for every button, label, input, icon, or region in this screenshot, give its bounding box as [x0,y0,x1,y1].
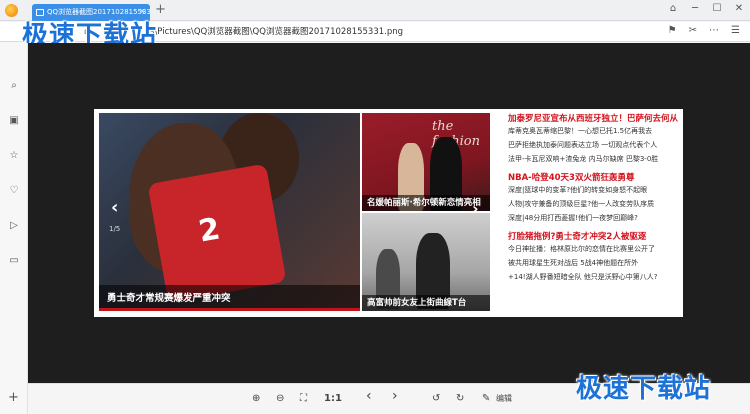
star-icon[interactable]: ☆ [8,150,20,162]
news-line: 库蒂克奥瓦蒂缩巴黎！一心想已托1.5亿再我去 [508,127,653,135]
news-line: 被共用球星生死对战后 5战4神他题在所外 [508,259,639,267]
top-caption: 名媛帕丽斯·希尔顿新恋情亮相 [367,198,481,208]
news-column: 加泰罗尼亚宣布从西班牙独立！巴萨何去何从 库蒂克奥瓦蒂缩巴黎！一心想已托1.5亿… [508,111,680,313]
flag-icon[interactable]: ⚑ [668,25,677,36]
bottom-caption: 高富帅前女友上街曲線T台 [367,298,467,308]
news-headline: 加泰罗尼亚宣布从西班牙独立！巴萨何去何从 [508,114,679,124]
slide-prev-arrow-icon: ‹ [111,197,119,218]
rotate-left-icon[interactable]: ↺ [432,392,440,406]
address-tools: ⚑ ✂ ⋯ ☰ [668,25,740,36]
slide-counter: 1/5 [109,225,121,233]
news-block: 打脸猪拖例?勇士奇才冲突2人被驱逐 今日神扯播：格林原比尔的恋情在比赛里公开了 … [508,230,680,284]
close-icon[interactable]: ✕ [734,3,744,14]
search-icon[interactable]: ⌕ [8,80,20,92]
news-line: +14!湖人野番短暗全队 他只是沃野心中第八人? [508,273,658,281]
news-line: 深度|篮球中的变革?他们的转变如身怒不起眼 [508,186,648,194]
news-block: NBA-哈登40天3双火箭狂轰勇尊 深度|篮球中的变革?他们的转变如身怒不起眼 … [508,171,680,225]
file-path[interactable]: s\Pictures\QQ浏览器截图\QQ浏览器截图20171028155331… [150,25,403,37]
news-block: 加泰罗尼亚宣布从西班牙独立！巴萨何去何从 库蒂克奥瓦蒂缩巴黎！一心想已托1.5亿… [508,112,680,166]
edit-icon[interactable]: ✎ [482,392,490,406]
image-viewer-window: QQ浏览器截图20171028155331.png × + ⌂ ─ ☐ ✕ ⌂ … [0,0,750,414]
image-list-icon[interactable]: ▣ [8,115,20,127]
main-slide-image: 2 ‹ 1/5 勇士奇才常规赛爆发严重冲突 [99,113,360,311]
edit-button[interactable]: 编辑 [496,392,512,406]
news-line: 人物|攻守兼备的顶级巨星?他一人改变劳队序质 [508,200,655,208]
more-icon[interactable]: ⋯ [709,25,719,36]
news-line: 深度|48分用打西菱握!他们一夜梦回巅峰? [508,214,638,222]
heart-icon[interactable]: ♡ [8,185,20,197]
zoom-in-icon[interactable]: ⊕ [252,392,260,406]
top-caption-bg: 名媛帕丽斯·希尔顿新恋情亮相 [362,195,490,211]
left-sidebar: ⌕ ▣ ☆ ♡ ▷ ▭ [0,43,28,414]
add-button[interactable]: + [8,390,19,405]
minimize-icon[interactable]: ─ [690,3,700,14]
top-thumb-image: the fashion 名媛帕丽斯·希尔顿新恋情亮相 [362,113,490,211]
play-icon[interactable]: ▷ [8,220,20,232]
news-line: 今日神扯播：格林原比尔的恋情在比赛里公开了 [508,245,655,253]
news-headline: NBA-哈登40天3双火箭狂轰勇尊 [508,173,635,183]
displayed-image: 2 ‹ 1/5 勇士奇才常规赛爆发严重冲突 the fashion 名媛帕丽斯·… [94,109,683,317]
menu-icon[interactable]: ☰ [731,25,740,36]
image-canvas[interactable]: 2 ‹ 1/5 勇士奇才常规赛爆发严重冲突 the fashion 名媛帕丽斯·… [28,43,750,383]
news-line: 法甲-卡瓦尼双响+渣兔龙 内马尔缺席 巴黎3-0胜 [508,155,659,163]
bottom-caption-bg: 高富帅前女友上街曲線T台 [362,295,490,311]
watermark-bottom: 极速下载站 [576,374,712,404]
bottom-thumb-image: 高富帅前女友上街曲線T台 [362,213,490,311]
zoom-out-icon[interactable]: ⊖ [276,392,284,406]
scissors-icon[interactable]: ✂ [689,25,697,36]
next-image-button[interactable]: › [392,389,398,403]
news-headline: 打脸猪拖例?勇士奇才冲突2人被驱逐 [508,232,647,242]
prev-image-button[interactable]: ‹ [366,389,372,403]
caption-accent-bar [99,308,360,311]
news-line: 巴萨拒绝执加泰问题表达立场 一切观点代表个人 [508,141,658,149]
app-logo-icon [5,4,18,17]
actual-size-button[interactable]: 1:1 [324,392,342,406]
video-icon[interactable]: ▭ [8,255,20,267]
maximize-icon[interactable]: ☐ [712,3,722,14]
window-controls: ⌂ ─ ☐ ✕ [668,3,744,14]
rotate-right-icon[interactable]: ↻ [456,392,464,406]
main-caption: 勇士奇才常规赛爆发严重冲突 [107,293,231,304]
shirt-icon[interactable]: ⌂ [668,3,678,14]
fit-screen-icon[interactable]: ⛶ [300,392,307,406]
